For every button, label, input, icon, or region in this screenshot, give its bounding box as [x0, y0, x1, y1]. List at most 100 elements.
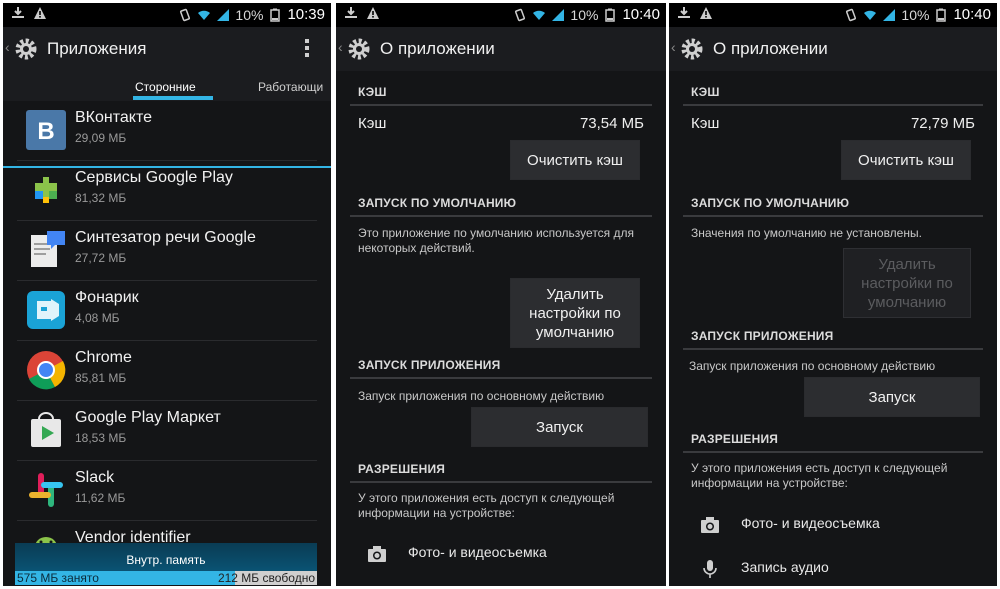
cache-header: КЭШ: [691, 85, 720, 99]
tab-bar: Сторонние Работающи: [3, 71, 331, 168]
launch-app-header: ЗАПУСК ПРИЛОЖЕНИЯ: [691, 329, 834, 343]
apps-screen: 10% 10:39 ‹ Приложения Сторонние Работаю…: [3, 3, 331, 586]
flashlight-icon: [27, 291, 65, 329]
vibrate-icon: [180, 8, 191, 21]
launch-default-header: ЗАПУСК ПО УМОЛЧАНИЮ: [691, 196, 850, 210]
clear-defaults-button[interactable]: Удалить настройки по умолчанию: [843, 248, 971, 318]
microphone-icon: [703, 560, 717, 578]
section-divider: [350, 377, 652, 379]
battery-percent: 10%: [570, 6, 599, 23]
permission-camera: Фото- и видеосъемка: [408, 544, 547, 560]
wifi-icon: [198, 10, 211, 20]
app-size: 4,08 МБ: [75, 311, 120, 325]
clock: 10:40: [622, 6, 660, 23]
cache-label: Кэш: [691, 115, 720, 132]
permission-audio: Запись аудио: [741, 559, 829, 575]
section-divider: [683, 348, 983, 350]
app-name: Сервисы Google Play: [75, 169, 233, 186]
download-icon: [12, 7, 24, 18]
battery-icon: [936, 8, 947, 22]
overflow-menu-icon[interactable]: [305, 39, 309, 60]
status-bar: 10% 10:39: [3, 3, 331, 27]
cache-header: КЭШ: [358, 85, 387, 99]
active-tab-indicator: [133, 96, 213, 100]
camera-icon: [701, 517, 719, 533]
clock: 10:39: [287, 6, 325, 23]
app-size: 18,53 МБ: [75, 431, 127, 445]
signal-icon: [883, 8, 896, 21]
permissions-text: У этого приложения есть доступ к следующ…: [358, 491, 615, 520]
app-name: Google Play Маркет: [75, 409, 221, 426]
back-chevron-icon[interactable]: ‹: [338, 39, 343, 55]
list-item[interactable]: B ВКонтакте 29,09 МБ: [17, 101, 317, 161]
page-title: О приложении: [713, 39, 828, 58]
clear-cache-button[interactable]: Очистить кэш: [841, 140, 971, 180]
settings-gear-icon[interactable]: [679, 36, 705, 62]
permissions-header: РАЗРЕШЕНИЯ: [358, 462, 446, 476]
app-name: Chrome: [75, 349, 132, 366]
page-title: О приложении: [380, 39, 495, 58]
warning-icon: [700, 7, 712, 19]
clear-defaults-button[interactable]: Удалить настройки по умолчанию: [510, 278, 640, 348]
back-chevron-icon[interactable]: ‹: [671, 39, 676, 55]
status-bar: 10% 10:40: [669, 3, 997, 27]
cache-value: 72,79 МБ: [910, 115, 975, 132]
google-tts-icon: [31, 231, 65, 267]
permissions-text: У этого приложения есть доступ к следующ…: [691, 461, 948, 490]
app-name: Фонарик: [75, 289, 139, 306]
app-name: Slack: [75, 469, 115, 486]
vibrate-icon: [515, 8, 526, 21]
app-info-screen: 10% 10:40 ‹ О приложении КЭШ Кэш 72,79 М…: [669, 3, 997, 586]
section-divider: [350, 215, 652, 217]
list-item[interactable]: Google Play Маркет 18,53 МБ: [17, 401, 317, 461]
app-name: Синтезатор речи Google: [75, 229, 256, 246]
vk-icon: B: [26, 110, 66, 150]
section-divider: [683, 215, 983, 217]
vibrate-icon: [846, 8, 857, 21]
svg-text:B: B: [37, 118, 54, 145]
signal-icon: [217, 8, 230, 21]
action-bar: ‹ Приложения: [3, 27, 331, 71]
launch-button[interactable]: Запуск: [804, 377, 980, 417]
settings-gear-icon[interactable]: [346, 36, 372, 62]
slack-icon: [29, 473, 63, 507]
battery-percent: 10%: [901, 6, 930, 23]
back-chevron-icon[interactable]: ‹: [5, 39, 10, 55]
google-play-services-icon: [35, 177, 57, 203]
tab-running[interactable]: Работающи: [258, 80, 323, 94]
launch-button[interactable]: Запуск: [471, 407, 648, 447]
list-item[interactable]: Фонарик 4,08 МБ: [17, 281, 317, 341]
storage-summary: Внутр. память 575 МБ занято 212 МБ свобо…: [15, 543, 317, 585]
launch-app-text: Запуск приложения по основному действию: [689, 359, 936, 373]
warning-icon: [34, 7, 46, 19]
battery-icon: [270, 8, 281, 22]
chrome-icon: [27, 351, 66, 390]
storage-free-label: 212 МБ свободно: [217, 571, 315, 585]
launch-default-text: Это приложение по умолчанию используется…: [358, 226, 635, 255]
page-title: Приложения: [47, 39, 147, 58]
launch-app-text: Запуск приложения по основному действию: [358, 389, 605, 403]
storage-used-label: 575 МБ занято: [17, 571, 99, 585]
app-list: B ВКонтакте 29,09 МБ Сервисы Google Play…: [17, 101, 317, 581]
list-item[interactable]: Chrome 85,81 МБ: [17, 341, 317, 401]
list-item[interactable]: Сервисы Google Play 81,32 МБ: [17, 161, 317, 221]
clock: 10:40: [953, 6, 991, 23]
clear-cache-button[interactable]: Очистить кэш: [510, 140, 640, 180]
launch-app-header: ЗАПУСК ПРИЛОЖЕНИЯ: [358, 358, 501, 372]
list-item[interactable]: Синтезатор речи Google 27,72 МБ: [17, 221, 317, 281]
app-size: 85,81 МБ: [75, 371, 127, 385]
section-divider: [350, 481, 652, 483]
app-size: 11,62 МБ: [75, 491, 126, 505]
tab-third-party[interactable]: Сторонние: [135, 80, 196, 94]
app-size: 27,72 МБ: [75, 251, 127, 265]
launch-default-text: Значения по умолчанию не установлены.: [691, 226, 922, 240]
battery-percent: 10%: [235, 6, 264, 23]
warning-icon: [367, 7, 379, 19]
section-divider: [683, 451, 983, 453]
settings-gear-icon[interactable]: [13, 36, 39, 62]
wifi-icon: [864, 10, 877, 20]
section-divider: [350, 104, 652, 106]
list-item[interactable]: Slack 11,62 МБ: [17, 461, 317, 521]
signal-icon: [552, 8, 565, 21]
status-bar: 10% 10:40: [336, 3, 666, 27]
